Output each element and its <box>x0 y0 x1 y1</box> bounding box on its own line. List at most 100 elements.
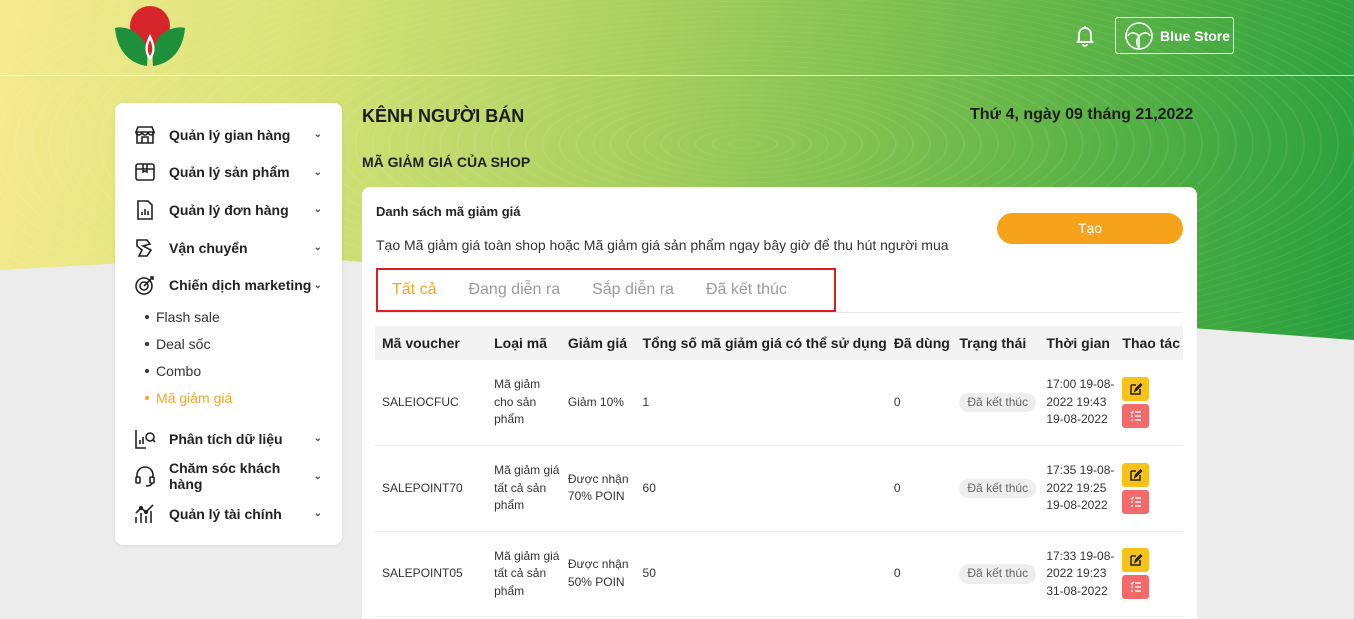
edit-button[interactable] <box>1122 462 1150 487</box>
sidebar-item-label: Phân tích dữ liệu <box>169 430 283 447</box>
column-header: Loại mã <box>494 335 548 351</box>
edit-icon <box>1130 382 1143 395</box>
chevron-down-icon: ⌄ <box>313 166 322 178</box>
sidebar-subitem-voucher[interactable]: Mã giảm giá <box>115 385 342 412</box>
sidebar-item-store[interactable]: Quản lý gian hàng ⌄ <box>115 116 342 154</box>
store-name: Blue Store <box>1160 27 1231 44</box>
voucher-discount: Được nhận 70% POIN <box>560 445 636 532</box>
voucher-card: Danh sách mã giảm giá Tạo Mã giảm giá to… <box>362 187 1197 619</box>
voucher-time: 17:35 19-08-2022 19:25 19-08-2022 <box>1039 445 1116 532</box>
status-cell: Đã kết thúc <box>952 445 1040 532</box>
current-date: Thứ 4, ngày 09 tháng 21,2022 <box>970 106 1194 123</box>
create-voucher-button[interactable]: Tạo <box>997 213 1183 244</box>
chevron-down-icon: ⌄ <box>313 279 322 291</box>
voucher-time: 17:00 19-08-2022 19:43 19-08-2022 <box>1039 360 1116 446</box>
details-button[interactable] <box>1122 575 1150 600</box>
shipping-icon <box>136 238 153 257</box>
sidebar-item-label: Chăm sóc khách hàng <box>169 460 281 493</box>
sidebar-item-label: Quản lý gian hàng <box>169 126 291 143</box>
actions-cell <box>1115 360 1183 446</box>
finance-icon <box>135 504 154 523</box>
status-badge: Đã kết thúc <box>959 478 1037 498</box>
voucher-table: Mã voucher Loại mã Giảm giá Tổng số mã g… <box>375 326 1183 617</box>
store-icon <box>134 125 156 144</box>
sidebar-item-finance[interactable]: Quản lý tài chính ⌄ <box>115 495 342 533</box>
status-tabs: Tất cả Đang diễn ra Sắp diễn ra Đã kết t… <box>376 268 836 312</box>
sidebar-item-marketing[interactable]: Chiến dịch marketing ⌄ <box>115 266 342 304</box>
brand-logo[interactable] <box>113 4 187 68</box>
status-badge: Đã kết thúc <box>959 392 1037 413</box>
sidebar: Quản lý gian hàng ⌄ Quản lý sản phẩm ⌄ Q… <box>115 103 342 545</box>
list-icon <box>1130 496 1141 507</box>
chevron-down-icon: ⌄ <box>313 129 322 141</box>
actions-cell <box>1115 445 1183 532</box>
voucher-code: SALEPOINT70 <box>375 445 488 532</box>
tab-all[interactable]: Tất cả <box>392 281 436 299</box>
sidebar-subitem-label: Flash sale <box>156 309 220 326</box>
voucher-used: 0 <box>886 531 953 617</box>
voucher-code: SALEPOINT05 <box>375 531 488 617</box>
sidebar-item-label: Chiến dịch marketing <box>169 277 312 294</box>
chevron-down-icon: ⌄ <box>313 470 322 482</box>
voucher-type: Mã giảm giá tất cả sản phẩm <box>487 445 561 532</box>
table-row: SALEPOINT05 Mã giảm giá tất cả sản phẩm … <box>375 531 1183 617</box>
edit-button[interactable] <box>1122 377 1150 401</box>
sidebar-item-shipping[interactable]: Vận chuyển ⌄ <box>115 229 342 267</box>
table-row: SALEPOINT70 Mã giảm giá tất cả sản phẩm … <box>375 445 1183 532</box>
sidebar-item-orders[interactable]: Quản lý đơn hàng ⌄ <box>115 191 342 229</box>
store-logo-icon <box>1125 21 1153 50</box>
voucher-discount: Được nhận 50% POIN <box>560 531 636 617</box>
edit-button[interactable] <box>1122 548 1150 573</box>
chevron-down-icon: ⌄ <box>313 508 322 520</box>
sidebar-subitem-flash-sale[interactable]: Flash sale <box>115 304 342 331</box>
table-header-row: Mã voucher Loại mã Giảm giá Tổng số mã g… <box>375 326 1183 360</box>
bell-icon[interactable] <box>1073 23 1097 47</box>
sidebar-item-customer-care[interactable]: Chăm sóc khách hàng ⌄ <box>115 458 342 496</box>
tab-ended[interactable]: Đã kết thúc <box>706 281 787 299</box>
store-account-button[interactable]: Blue Store <box>1115 17 1234 54</box>
bullet-icon <box>145 396 149 401</box>
chevron-down-icon: ⌄ <box>313 433 322 445</box>
voucher-time: 17:33 19-08-2022 19:23 31-08-2022 <box>1039 531 1116 617</box>
sidebar-subitem-label: Deal sốc <box>156 336 211 353</box>
tab-ongoing[interactable]: Đang diễn ra <box>468 281 560 299</box>
status-badge: Đã kết thúc <box>959 564 1037 584</box>
voucher-used: 0 <box>886 445 953 532</box>
column-header: Đã dùng <box>893 335 950 351</box>
sidebar-subitem-combo[interactable]: Combo <box>115 358 342 385</box>
chevron-down-icon: ⌄ <box>313 242 322 254</box>
status-cell: Đã kết thúc <box>952 531 1040 617</box>
column-header: Thao tác <box>1122 335 1180 351</box>
tab-upcoming[interactable]: Sắp diễn ra <box>592 281 674 299</box>
sidebar-item-label: Quản lý đơn hàng <box>169 201 289 218</box>
sidebar-item-label: Quản lý sản phẩm <box>169 164 290 181</box>
sidebar-item-label: Quản lý tài chính <box>169 505 282 522</box>
bullet-icon <box>145 315 149 320</box>
column-header: Thời gian <box>1046 335 1110 351</box>
sidebar-item-products[interactable]: Quản lý sản phẩm ⌄ <box>115 154 342 192</box>
sidebar-item-label: Vận chuyển <box>169 239 248 256</box>
sidebar-subitem-label: Combo <box>156 363 202 380</box>
page-title: KÊNH NGƯỜI BÁN <box>362 106 525 126</box>
voucher-type: Mã giảm giá tất cả sản phẩm <box>487 531 561 617</box>
details-button[interactable] <box>1122 489 1150 514</box>
edit-icon <box>1130 468 1143 481</box>
table-row: SALEIOCFUC Mã giảm cho sản phẩm Giảm 10%… <box>375 360 1183 446</box>
voucher-total: 60 <box>635 445 887 532</box>
section-title: MÃ GIẢM GIÁ CỦA SHOP <box>362 154 531 170</box>
status-cell: Đã kết thúc <box>952 360 1040 446</box>
analytics-icon <box>135 429 156 449</box>
edit-icon <box>1130 554 1143 566</box>
actions-cell <box>1115 531 1183 617</box>
bullet-icon <box>145 369 149 374</box>
sidebar-subitem-label: Mã giảm giá <box>156 390 233 407</box>
column-header: Tổng số mã giảm giá có thể sử dụng <box>642 335 887 351</box>
chevron-down-icon: ⌄ <box>313 204 322 216</box>
voucher-total: 50 <box>635 531 887 617</box>
details-button[interactable] <box>1122 404 1150 428</box>
card-description: Tạo Mã giảm giá toàn shop hoặc Mã giảm g… <box>376 237 949 253</box>
card-title: Danh sách mã giảm giá <box>376 204 521 219</box>
sidebar-subitem-deal-soc[interactable]: Deal sốc <box>115 331 342 358</box>
sidebar-item-analytics[interactable]: Phân tích dữ liệu ⌄ <box>115 420 342 458</box>
column-header: Giảm giá <box>567 335 628 351</box>
